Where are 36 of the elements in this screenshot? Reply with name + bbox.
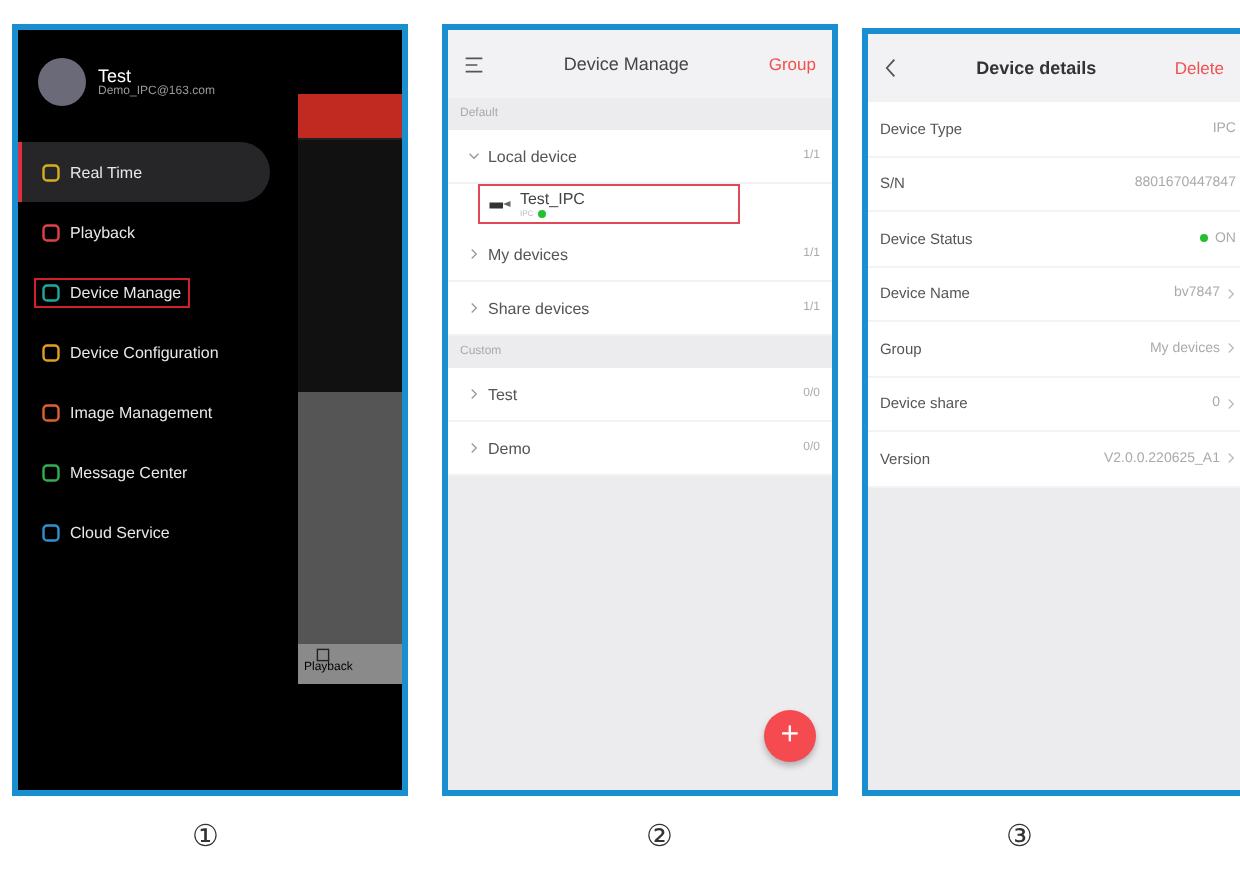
menu-label: Cloud Service	[70, 523, 170, 541]
menu-item[interactable]: Playback	[18, 202, 298, 262]
menu-icon[interactable]	[463, 55, 484, 73]
menu-label: Device Manage	[70, 283, 182, 301]
chevron-icon	[1225, 452, 1236, 465]
menu-item[interactable]: Cloud Service	[18, 502, 298, 562]
group-name: My devices	[487, 245, 570, 263]
step-number: ①	[192, 817, 218, 853]
screen-title: Device Manage	[561, 54, 691, 74]
menu-label: Device Configuration	[70, 343, 219, 361]
camera-icon	[487, 198, 512, 210]
app-header	[298, 94, 402, 138]
screen-title: Device details	[974, 58, 1099, 78]
chevron-icon	[1225, 397, 1236, 410]
menu-item[interactable]: Message Center	[18, 442, 298, 502]
menu-label: Real Time	[70, 163, 143, 181]
device-name: Test_IPC	[519, 190, 585, 208]
chevron-icon	[1225, 342, 1236, 355]
menu-label: Playback	[70, 223, 135, 241]
add-button[interactable]: +	[763, 710, 816, 762]
group-name: Demo	[487, 439, 533, 457]
step-number: ③	[1006, 817, 1032, 853]
step-number: ②	[646, 817, 672, 853]
group-name: Local device	[487, 147, 579, 165]
menu-item[interactable]: Device Manage	[18, 262, 298, 322]
menu-item[interactable]: Device Configuration	[18, 322, 298, 382]
menu-label: Message Center	[70, 463, 188, 481]
user-name: Test	[98, 66, 132, 86]
chevron-icon	[1225, 287, 1236, 300]
group-name: Test	[487, 385, 520, 403]
menu-item[interactable]: Image Management	[18, 382, 298, 442]
group-name: Share devices	[487, 299, 592, 317]
back-icon[interactable]	[883, 58, 898, 78]
avatar-icon	[38, 58, 86, 106]
menu-item[interactable]: Real Time	[18, 142, 270, 202]
menu-label: Image Management	[70, 403, 213, 421]
